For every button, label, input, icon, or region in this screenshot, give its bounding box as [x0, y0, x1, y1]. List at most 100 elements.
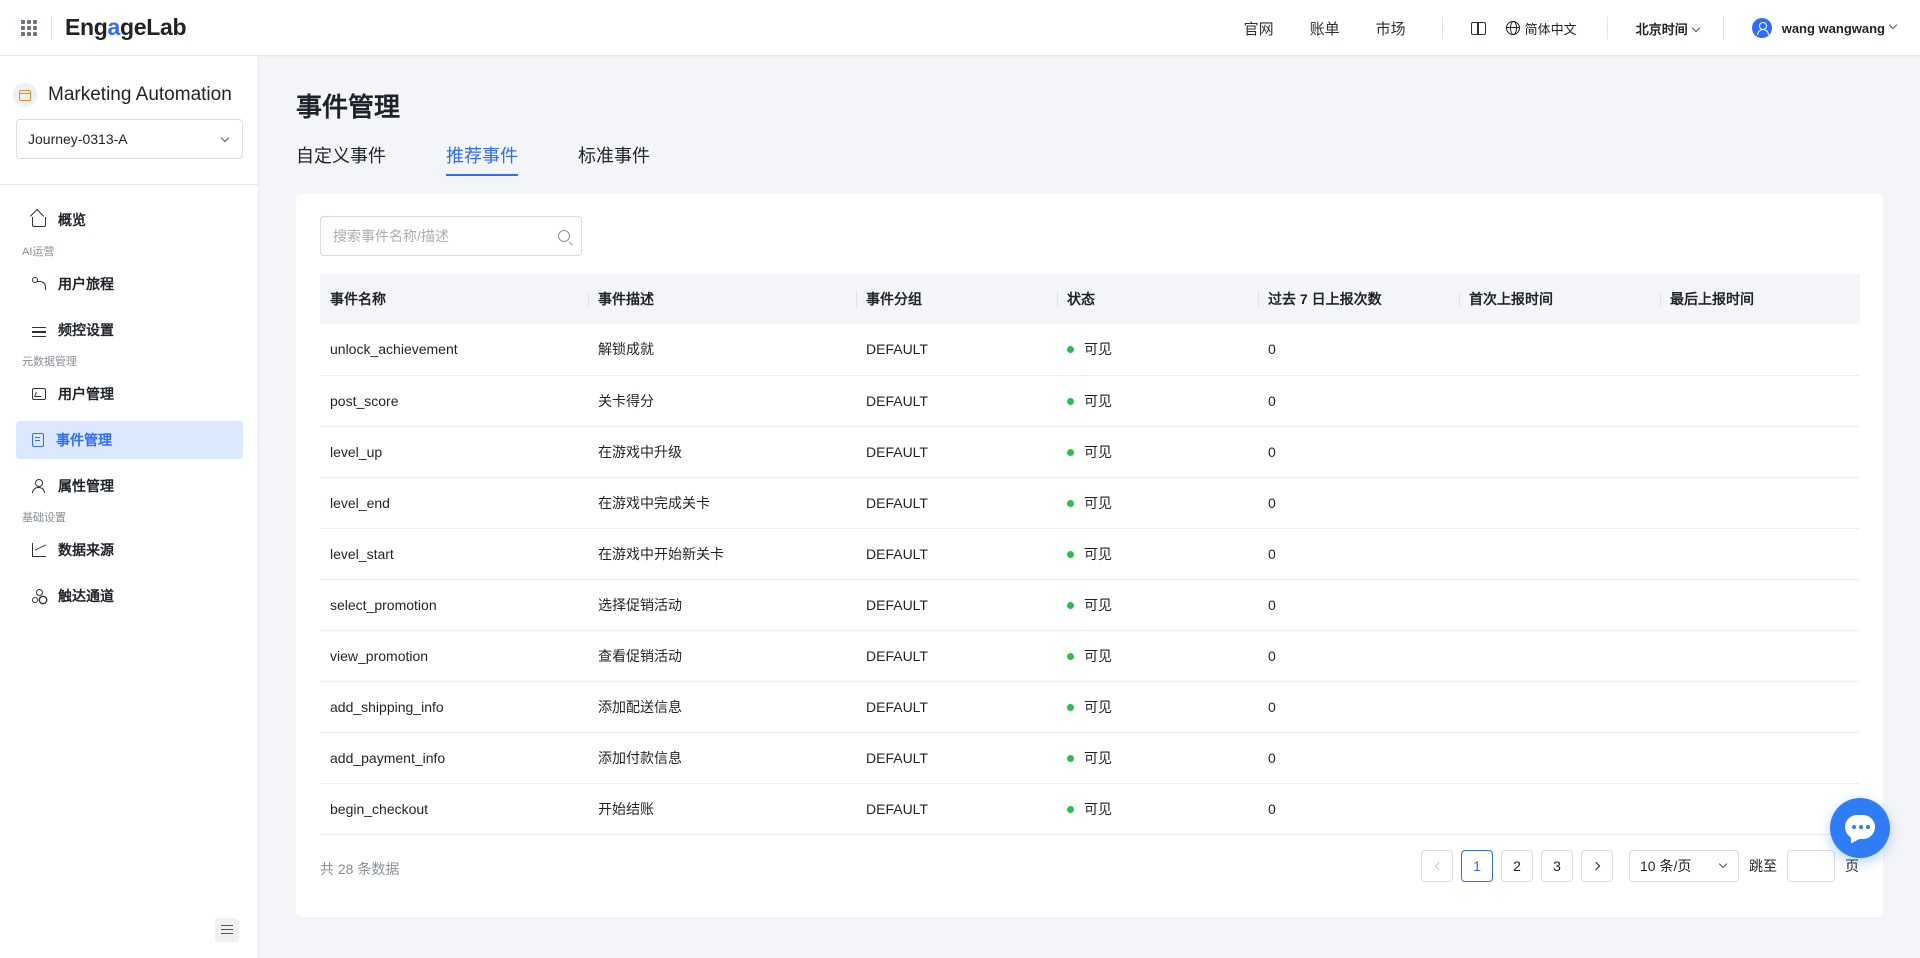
- status-dot-icon: [1067, 601, 1074, 609]
- status-dot-icon: [1067, 499, 1074, 507]
- page-button[interactable]: 3: [1541, 850, 1573, 882]
- apps-grid-icon[interactable]: [21, 19, 37, 36]
- report-count-cell: 0: [1268, 392, 1276, 409]
- report-count-cell: 0: [1268, 800, 1276, 817]
- divider: [1606, 17, 1608, 39]
- status-cell: 可见: [1057, 579, 1258, 630]
- event-name-cell: begin_checkout: [330, 800, 429, 817]
- status-label: 可见: [1084, 341, 1112, 358]
- page-size-select[interactable]: 10 条/页: [1629, 850, 1739, 882]
- first-report-time-cell: [1459, 477, 1660, 528]
- column-header: 事件名称: [330, 291, 386, 307]
- event-desc-cell: 查看促销活动: [598, 647, 682, 664]
- report-count-cell: 0: [1268, 341, 1276, 358]
- sidebar-item-label: 数据来源: [58, 542, 114, 558]
- user-menu[interactable]: wang wangwang: [1751, 18, 1898, 38]
- globe-icon: [1505, 21, 1520, 35]
- status-cell: 可见: [1057, 477, 1258, 528]
- table-row[interactable]: level_start 在游戏中开始新关卡 DEFAULT 可见 0: [320, 528, 1860, 579]
- table-row[interactable]: add_payment_info 添加付款信息 DEFAULT 可见 0: [320, 732, 1860, 783]
- event-name-cell: unlock_achievement: [330, 341, 458, 358]
- event-desc-cell: 开始结账: [598, 800, 654, 817]
- tab-recommended-events[interactable]: 推荐事件: [446, 142, 518, 176]
- timezone-selector[interactable]: 北京时间: [1636, 19, 1700, 38]
- last-report-time-cell: [1660, 528, 1860, 579]
- last-report-time-cell: [1660, 324, 1860, 375]
- page-button[interactable]: 2: [1501, 850, 1533, 882]
- events-table: 事件名称 事件描述 事件分组 状态 过去 7 日上报次数 首次上报时间 最后上报…: [320, 274, 1860, 835]
- table-row[interactable]: view_promotion 查看促销活动 DEFAULT 可见 0: [320, 630, 1860, 681]
- search-input[interactable]: [333, 228, 553, 244]
- last-report-time-cell: [1660, 477, 1860, 528]
- app-name: Marketing Automation: [48, 84, 232, 105]
- table-row[interactable]: level_end 在游戏中完成关卡 DEFAULT 可见 0: [320, 477, 1860, 528]
- status-label: 可见: [1084, 698, 1112, 715]
- first-report-time-cell: [1459, 732, 1660, 783]
- report-count-cell: 0: [1268, 749, 1276, 766]
- sidebar-item-frequency[interactable]: 频控设置: [16, 311, 243, 349]
- status-dot-icon: [1067, 652, 1074, 660]
- collapse-sidebar-icon[interactable]: [215, 918, 239, 942]
- status-label: 可见: [1084, 800, 1112, 817]
- events-card: 事件名称 事件描述 事件分组 状态 过去 7 日上报次数 首次上报时间 最后上报…: [296, 194, 1883, 917]
- status-dot-icon: [1067, 397, 1074, 405]
- avatar: [1751, 18, 1772, 38]
- language-selector[interactable]: 简体中文: [1505, 19, 1577, 38]
- divider: [0, 184, 259, 185]
- status-cell: 可见: [1057, 783, 1258, 834]
- top-link-website[interactable]: 官网: [1244, 18, 1274, 39]
- event-name-cell: select_promotion: [330, 596, 437, 613]
- sidebar-item-events[interactable]: 事件管理: [16, 421, 243, 459]
- top-link-market[interactable]: 市场: [1376, 18, 1406, 39]
- status-cell: 可见: [1057, 732, 1258, 783]
- sidebar-item-label: 属性管理: [58, 478, 114, 494]
- next-page-button[interactable]: [1581, 850, 1613, 882]
- search-icon[interactable]: [558, 230, 570, 242]
- docs-book-icon[interactable]: [1470, 21, 1486, 35]
- table-row[interactable]: add_shipping_info 添加配送信息 DEFAULT 可见 0: [320, 681, 1860, 732]
- sidebar-item-journey[interactable]: 用户旅程: [16, 265, 243, 303]
- line-chart-icon: [32, 543, 46, 557]
- event-tabs: 自定义事件 推荐事件 标准事件: [296, 142, 710, 176]
- engagelab-logo[interactable]: EngageLab: [65, 14, 187, 41]
- sidebar-item-attributes[interactable]: 属性管理: [16, 467, 243, 505]
- chevron-down-icon: [1718, 859, 1728, 869]
- report-count-cell: 0: [1268, 494, 1276, 511]
- sidebar-item-label: 事件管理: [56, 432, 112, 448]
- table-row[interactable]: post_score 关卡得分 DEFAULT 可见 0: [320, 375, 1860, 426]
- sidebar-item-overview[interactable]: 概览: [16, 201, 243, 239]
- tab-standard-events[interactable]: 标准事件: [578, 142, 650, 176]
- chat-support-button[interactable]: [1830, 798, 1890, 858]
- column-header: 过去 7 日上报次数: [1258, 274, 1459, 324]
- chat-dots: [1852, 825, 1856, 829]
- status-label: 可见: [1084, 443, 1112, 460]
- event-name-cell: view_promotion: [330, 647, 429, 664]
- table-row[interactable]: begin_checkout 开始结账 DEFAULT 可见 0: [320, 783, 1860, 834]
- first-report-time-cell: [1459, 528, 1660, 579]
- chevron-down-icon: [220, 133, 230, 143]
- sidebar-item-label: 用户旅程: [58, 276, 114, 292]
- sidebar-item-datasource[interactable]: 数据来源: [16, 531, 243, 569]
- sidebar-item-channels[interactable]: 触达通道: [16, 577, 243, 615]
- app-header: Marketing Automation: [13, 83, 232, 107]
- prev-page-button[interactable]: [1421, 850, 1453, 882]
- status-dot-icon: [1067, 550, 1074, 558]
- status-label: 可见: [1084, 494, 1112, 511]
- page-button[interactable]: 1: [1461, 850, 1493, 882]
- divider: [1441, 17, 1443, 39]
- sidebar: Marketing Automation Journey-0313-A 概览 A…: [0, 56, 259, 958]
- table-row[interactable]: level_up 在游戏中升级 DEFAULT 可见 0: [320, 426, 1860, 477]
- project-select[interactable]: Journey-0313-A: [16, 119, 243, 159]
- tab-custom-events[interactable]: 自定义事件: [296, 142, 386, 176]
- chevron-left-icon: [1434, 861, 1443, 871]
- chevron-down-icon: [1691, 23, 1700, 32]
- event-group-cell: DEFAULT: [866, 443, 928, 460]
- report-count-cell: 0: [1268, 443, 1276, 460]
- top-link-billing[interactable]: 账单: [1310, 18, 1340, 39]
- jump-page-input[interactable]: [1787, 850, 1835, 882]
- sidebar-item-users[interactable]: 用户管理: [16, 375, 243, 413]
- event-desc-cell: 在游戏中完成关卡: [598, 494, 710, 511]
- calendar-icon: [13, 83, 37, 107]
- table-row[interactable]: unlock_achievement 解锁成就 DEFAULT 可见 0: [320, 324, 1860, 375]
- table-row[interactable]: select_promotion 选择促销活动 DEFAULT 可见 0: [320, 579, 1860, 630]
